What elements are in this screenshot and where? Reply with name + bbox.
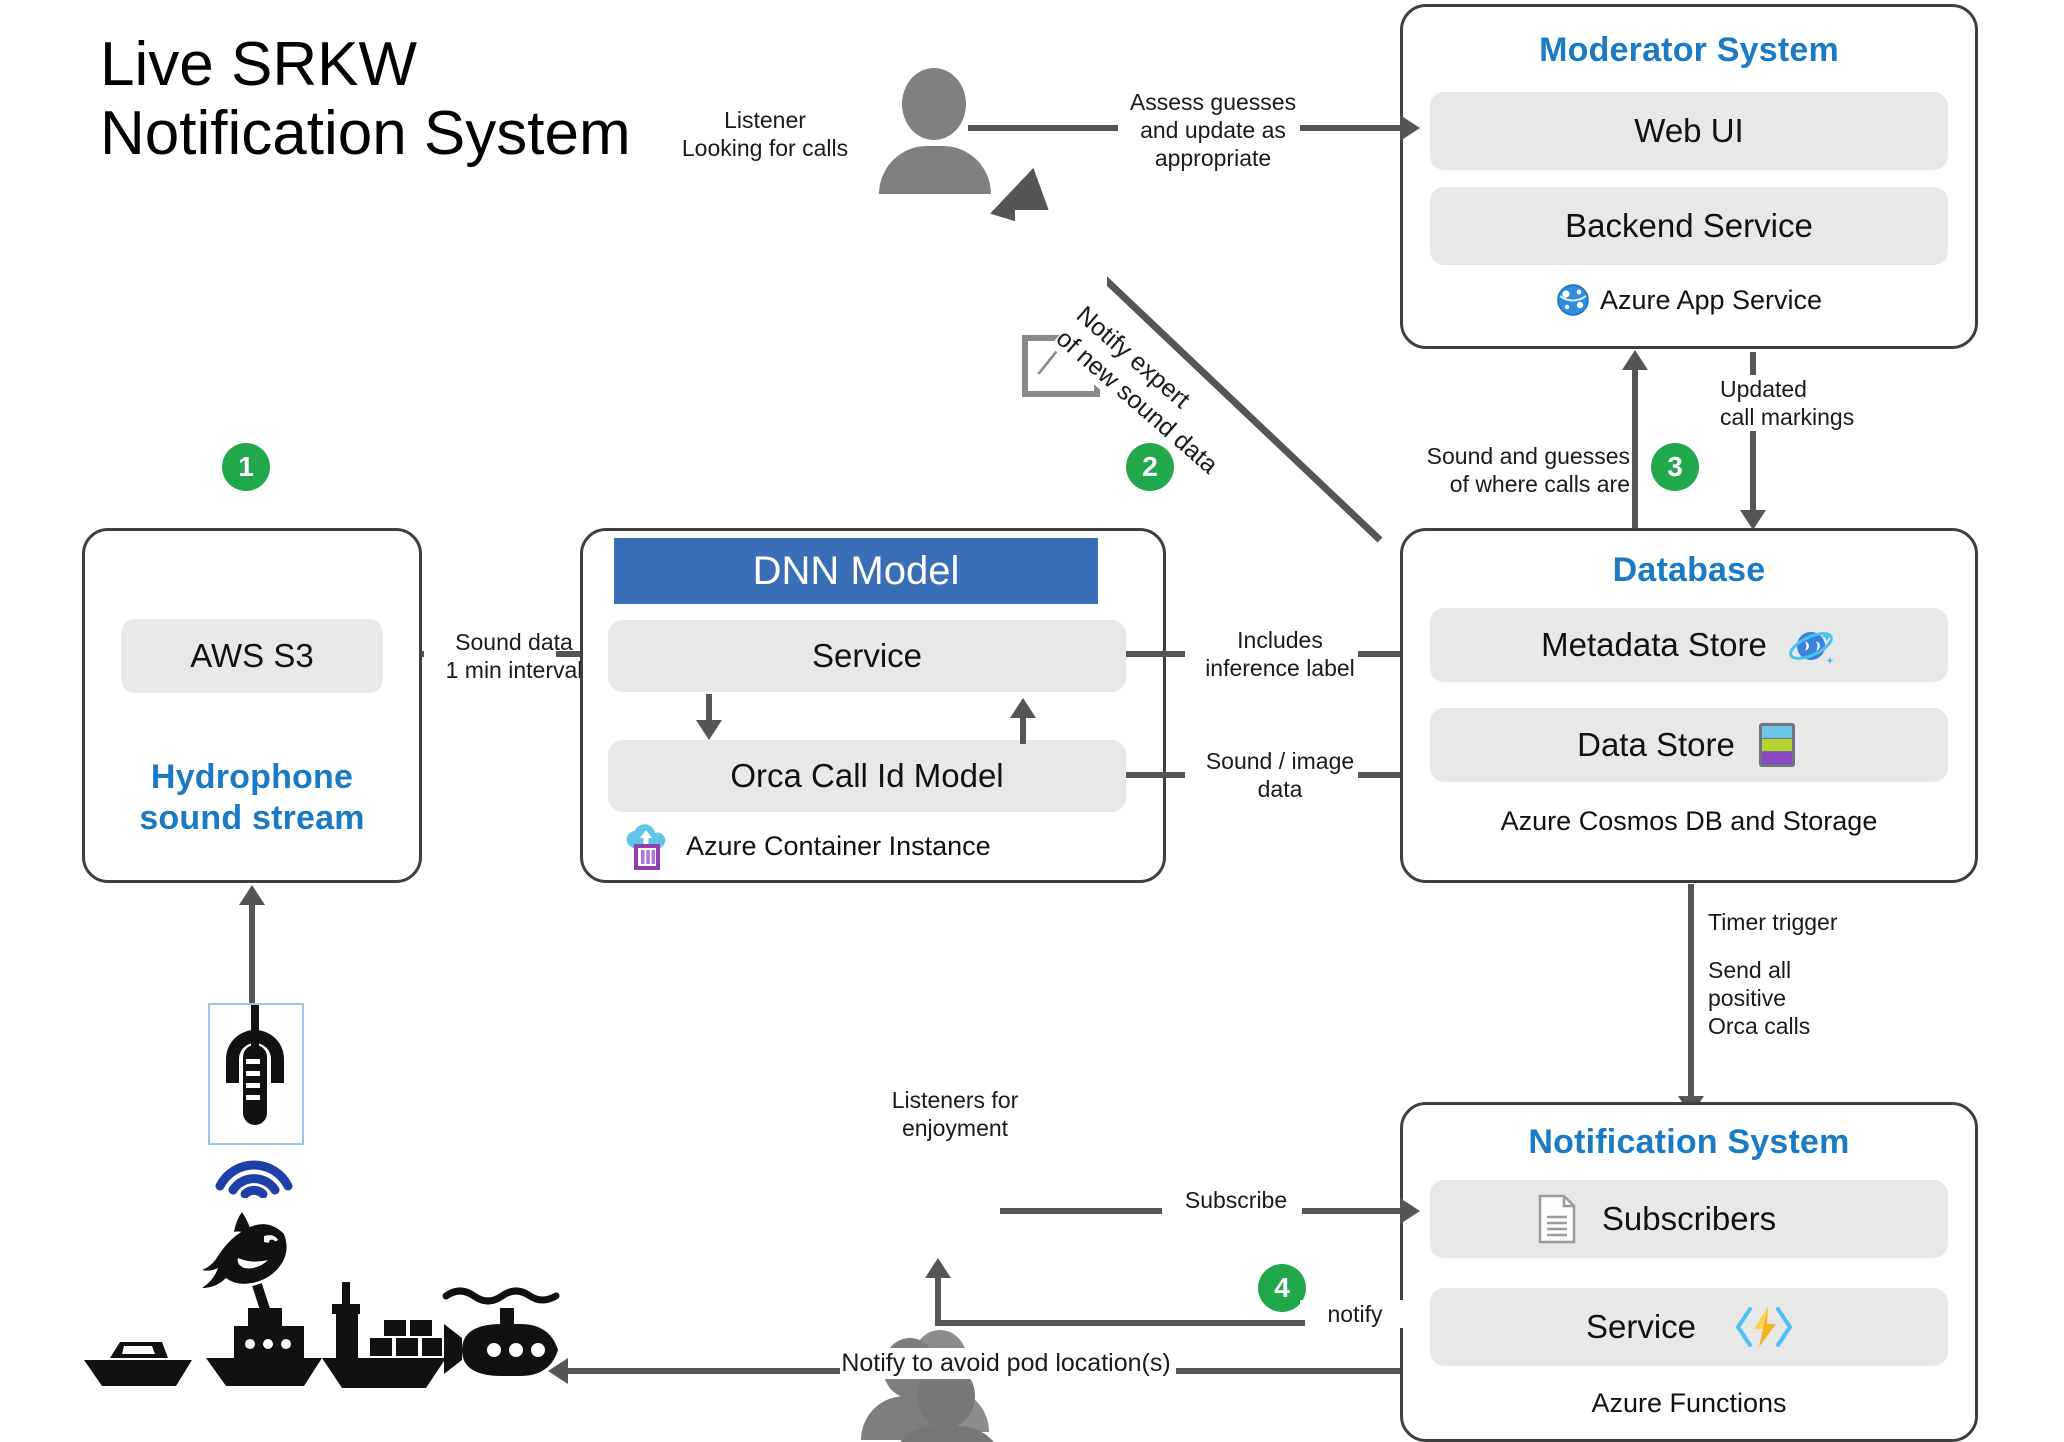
submarine-icon bbox=[442, 1287, 560, 1376]
data-store-label: Data Store bbox=[1577, 726, 1735, 763]
notify-label: notify bbox=[1300, 1300, 1410, 1329]
hydrophone-icon-frame bbox=[208, 1003, 304, 1145]
database-system-title: Database bbox=[1612, 551, 1766, 589]
azure-functions-icon bbox=[1736, 1303, 1793, 1351]
subscribe-arrowhead bbox=[1400, 1198, 1420, 1224]
subscribers-pill[interactable]: Subscribers bbox=[1430, 1180, 1948, 1258]
moderator-backend-service-pill[interactable]: Backend Service bbox=[1430, 187, 1948, 265]
wifi-signal-icon bbox=[215, 1160, 293, 1198]
dnn-footnote: Azure Container Instance bbox=[608, 822, 1140, 870]
metadata-store-label: Metadata Store bbox=[1541, 626, 1767, 663]
moderator-web-ui-pill[interactable]: Web UI bbox=[1430, 92, 1948, 170]
azure-container-instance-icon bbox=[622, 822, 670, 870]
hydrophone-caption: Hydrophone sound stream bbox=[139, 758, 365, 837]
step-badge-1: 1 bbox=[222, 443, 270, 491]
notify-expert-envelope-gap bbox=[1015, 210, 1107, 300]
avoid-pod-label: Notify to avoid pod location(s) bbox=[836, 1348, 1176, 1379]
sound-guesses-line bbox=[1632, 370, 1638, 530]
timer-trigger-line bbox=[1688, 884, 1694, 1100]
listeners-label: Listeners for enjoyment bbox=[845, 1086, 1065, 1143]
moderator-footnote: Azure App Service bbox=[1403, 283, 1975, 317]
tugboat-icon bbox=[206, 1283, 322, 1386]
sound-guesses-arrowhead bbox=[1622, 350, 1648, 370]
step-badge-4: 4 bbox=[1258, 1264, 1306, 1312]
assess-guesses-arrowhead bbox=[1400, 115, 1420, 141]
notify-arrowhead bbox=[925, 1258, 951, 1278]
dnn-service-pill[interactable]: Service bbox=[608, 620, 1126, 692]
aws-s3-pill[interactable]: AWS S3 bbox=[121, 619, 383, 693]
dnn-internal-down-arrowhead bbox=[696, 720, 722, 740]
dnn-footnote-label: Azure Container Instance bbox=[686, 830, 991, 861]
dnn-orca-call-id-model-pill[interactable]: Orca Call Id Model bbox=[608, 740, 1126, 812]
notification-system-box: Notification System Subscribers Service … bbox=[1400, 1102, 1978, 1442]
notification-system-title: Notification System bbox=[1528, 1123, 1850, 1161]
speedboat-icon bbox=[84, 1342, 192, 1386]
notify-line-mid bbox=[935, 1320, 1305, 1326]
hydrophone-uplink-arrowhead bbox=[239, 885, 265, 905]
notification-footnote: Azure Functions bbox=[1591, 1388, 1787, 1418]
listener-label: Listener Looking for calls bbox=[660, 106, 870, 163]
dnn-internal-up-line bbox=[1020, 716, 1026, 744]
moderator-system-box: Moderator System Web UI Backend Service … bbox=[1400, 4, 1978, 349]
listeners-avatar-group bbox=[845, 1330, 1035, 1442]
updated-markings-label: Updated call markings bbox=[1720, 375, 1930, 432]
sound-image-line-right bbox=[1358, 772, 1400, 778]
dnn-model-header: DNN Model bbox=[614, 538, 1098, 604]
dnn-internal-up-arrowhead bbox=[1010, 698, 1036, 718]
moderator-footnote-label: Azure App Service bbox=[1599, 284, 1823, 315]
subscribe-line-right bbox=[1302, 1208, 1400, 1214]
page-title: Live SRKW Notification System bbox=[100, 30, 631, 169]
moderator-system-title: Moderator System bbox=[1539, 31, 1839, 69]
hydrophone-system-box: AWS S3 Hydrophone sound stream bbox=[82, 528, 422, 883]
assess-guesses-line-right bbox=[1300, 125, 1400, 131]
azure-cosmos-db-icon bbox=[1785, 619, 1837, 671]
metadata-store-pill[interactable]: Metadata Store bbox=[1430, 608, 1948, 682]
notify-expert-arrow bbox=[990, 167, 1383, 543]
sound-image-label: Sound / image data bbox=[1185, 747, 1375, 804]
database-system-box: Database Metadata Store Data Store Azure… bbox=[1400, 528, 1978, 883]
avoid-pod-line-right bbox=[1176, 1368, 1400, 1374]
notification-service-label: Service bbox=[1585, 1308, 1697, 1345]
notify-line-up bbox=[935, 1278, 941, 1326]
step-badge-3: 3 bbox=[1651, 443, 1699, 491]
dnn-internal-down-line bbox=[706, 694, 712, 722]
azure-app-service-icon bbox=[1556, 283, 1590, 317]
notification-service-pill[interactable]: Service bbox=[1430, 1288, 1948, 1366]
document-icon bbox=[1536, 1193, 1578, 1245]
diagram-canvas: Live SRKW Notification System 1 2 3 4 Mo… bbox=[0, 0, 2064, 1442]
azure-storage-icon bbox=[1753, 719, 1801, 771]
includes-inference-label: Includes inference label bbox=[1185, 626, 1375, 683]
timer-trigger-label: Timer trigger Send all positive Orca cal… bbox=[1708, 908, 1938, 1041]
updated-markings-arrowhead bbox=[1740, 510, 1766, 530]
includes-inference-line-right bbox=[1358, 651, 1400, 657]
avoid-pod-line-left bbox=[568, 1368, 840, 1374]
sound-guesses-label: Sound and guesses of where calls are bbox=[1390, 442, 1630, 499]
hydrophone-icon bbox=[226, 1005, 284, 1125]
assess-guesses-line-left bbox=[968, 125, 1128, 131]
subscribe-label: Subscribe bbox=[1162, 1186, 1310, 1215]
data-store-pill[interactable]: Data Store bbox=[1430, 708, 1948, 782]
subscribe-line-left bbox=[1000, 1208, 1172, 1214]
database-footnote: Azure Cosmos DB and Storage bbox=[1500, 806, 1878, 836]
cargo-ship-icon bbox=[322, 1282, 446, 1388]
subscribers-label: Subscribers bbox=[1601, 1200, 1777, 1237]
